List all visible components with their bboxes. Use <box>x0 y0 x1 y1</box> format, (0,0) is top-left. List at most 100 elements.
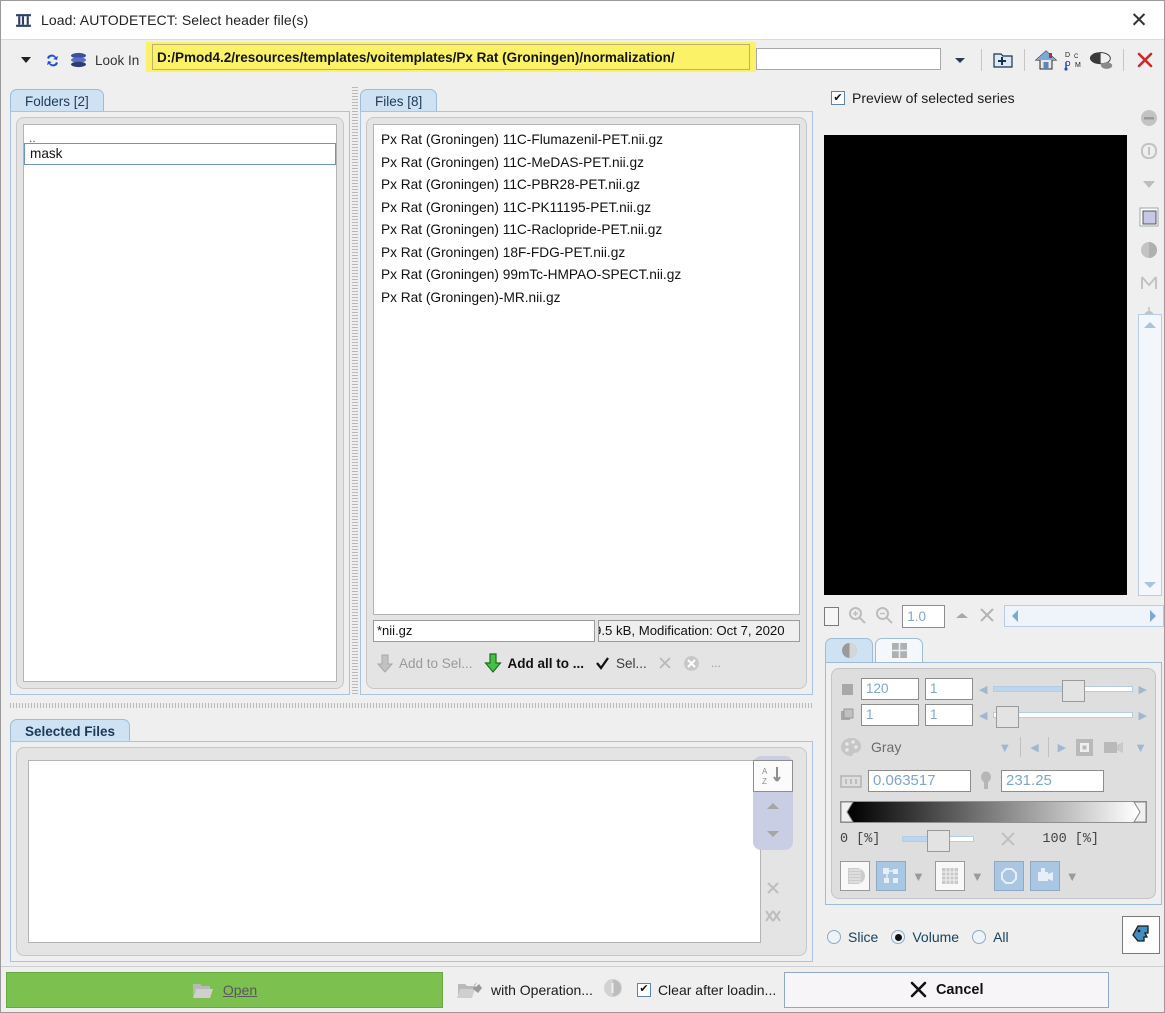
frame-index-input[interactable]: 1 <box>861 704 919 726</box>
radio-all[interactable] <box>972 930 987 944</box>
triangle-down-icon[interactable] <box>1137 172 1161 196</box>
colormap-camera-icon[interactable] <box>1103 738 1125 756</box>
list-item[interactable]: Px Rat (Groningen) 11C-PBR28-PET.nii.gz <box>374 174 799 197</box>
select-all-button[interactable]: Sel... <box>591 650 651 676</box>
invert-colormap-icon[interactable] <box>1075 738 1094 757</box>
database-icon[interactable] <box>65 47 91 73</box>
octagon-vol-icon[interactable] <box>993 861 1024 891</box>
colormap-options-dropdown[interactable]: ▼ <box>1134 740 1147 755</box>
list-item[interactable]: Px Rat (Groningen) 99mTc-HMPAO-SPECT.nii… <box>374 264 799 287</box>
move-up-icon[interactable] <box>753 792 793 820</box>
zoom-reset-icon[interactable] <box>954 609 970 624</box>
cancel-button[interactable]: Cancel <box>784 971 1110 1008</box>
scroll-left-icon[interactable] <box>1005 606 1025 626</box>
file-filter-input[interactable]: *nii.gz <box>373 620 595 642</box>
list-item[interactable]: Px Rat (Groningen) 11C-Raclopride-PET.ni… <box>374 219 799 242</box>
selected-files-listbox[interactable] <box>28 760 761 943</box>
slice-next-arrow[interactable]: ▶ <box>1139 683 1147 696</box>
chevron-down-icon[interactable] <box>947 47 973 73</box>
dropdown-3-icon[interactable]: ▼ <box>1066 869 1079 884</box>
list-item[interactable]: Px Rat (Groningen) 11C-MeDAS-PET.nii.gz <box>374 152 799 175</box>
preview-vertical-scrollbar[interactable] <box>1138 314 1162 596</box>
dropdown-2-icon[interactable]: ▼ <box>971 869 984 884</box>
frame-total-input[interactable]: 1 <box>925 704 973 726</box>
panel-splitter-vertical[interactable] <box>352 87 358 695</box>
threshold-max-input[interactable]: 231.25 <box>1001 770 1104 792</box>
list-item[interactable]: Px Rat (Groningen) 11C-Flumazenil-PET.ni… <box>374 129 799 152</box>
tab-display-settings[interactable] <box>825 638 873 662</box>
layer-square-icon[interactable] <box>1137 205 1161 229</box>
operation-info-icon[interactable] <box>603 978 623 1001</box>
with-operation-group[interactable]: with Operation... <box>457 980 593 1000</box>
gradient-right-handle[interactable] <box>1133 801 1147 823</box>
list-item[interactable]: Px Rat (Groningen) 11C-PK11195-PET.nii.g… <box>374 197 799 220</box>
dropdown-1-icon[interactable]: ▼ <box>912 869 925 884</box>
clear-after-loading-group[interactable]: ✔ Clear after loadin... <box>636 982 776 998</box>
path-combo-field[interactable] <box>756 48 941 70</box>
capsule-icon[interactable] <box>1137 139 1161 163</box>
percent-slider-thumb[interactable] <box>926 830 950 852</box>
scroll-right-icon[interactable] <box>1143 606 1163 626</box>
radio-slice[interactable] <box>827 930 841 944</box>
sphere-icon[interactable] <box>1137 238 1161 262</box>
preview-toggle-square[interactable] <box>824 606 840 626</box>
path-input[interactable]: D:/Pmod4.2/resources/templates/voitempla… <box>152 44 750 70</box>
preview-horizontal-scrollbar[interactable] <box>1004 605 1164 627</box>
percent-reset-icon[interactable] <box>1000 831 1016 847</box>
add-all-to-selection-button[interactable]: Add all to ... <box>480 650 589 676</box>
dicom-icon[interactable]: D C O M <box>1061 47 1087 73</box>
colormap-next-icon[interactable]: ▶ <box>1058 741 1066 754</box>
bracket-icon[interactable] <box>1137 271 1161 295</box>
frame-next-arrow[interactable]: ▶ <box>1139 709 1147 722</box>
head-profile-icon[interactable] <box>1122 916 1160 954</box>
percent-slider-track[interactable] <box>902 830 975 852</box>
files-listbox[interactable]: Px Rat (Groningen) 11C-Flumazenil-PET.ni… <box>373 124 800 615</box>
preview-checkbox[interactable]: ✔ <box>831 91 845 105</box>
folders-listbox[interactable]: .. mask <box>23 124 337 682</box>
slice-slider-track[interactable] <box>993 680 1133 702</box>
slice-mode-icon[interactable] <box>840 861 870 891</box>
new-folder-icon[interactable] <box>990 47 1016 73</box>
tab-folders[interactable]: Folders [2] <box>10 89 104 113</box>
frame-prev-arrow[interactable]: ◀ <box>979 709 987 722</box>
threshold-min-input[interactable]: 0.063517 <box>868 770 971 792</box>
list-item[interactable]: Px Rat (Groningen)-MR.nii.gz <box>374 287 799 310</box>
frame-slider-track[interactable] <box>993 706 1133 728</box>
colormap-dropdown-icon[interactable]: ▼ <box>998 740 1011 755</box>
slice-prev-arrow[interactable]: ◀ <box>979 683 987 696</box>
list-item[interactable]: .. <box>24 125 336 145</box>
list-item[interactable]: mask <box>24 143 336 165</box>
tab-selected-files[interactable]: Selected Files <box>10 719 131 743</box>
slice-total-input[interactable]: 1 <box>925 678 973 700</box>
colormap-gradient-bar[interactable] <box>840 801 1147 823</box>
grid-layout-icon[interactable] <box>934 861 965 891</box>
remove-icon[interactable] <box>753 874 793 902</box>
zoom-value-input[interactable]: 1.0 <box>902 604 946 628</box>
brain-icon[interactable] <box>1089 47 1115 73</box>
more-options-button[interactable]: ... <box>707 650 725 676</box>
move-down-icon[interactable] <box>753 820 793 848</box>
filter-dropdown-icon[interactable] <box>13 47 39 73</box>
slice-index-input[interactable]: 120 <box>861 678 919 700</box>
scroll-up-icon[interactable] <box>1139 315 1161 335</box>
open-button[interactable]: Open <box>6 971 443 1008</box>
deselect-button[interactable] <box>654 650 676 676</box>
zoom-close-icon[interactable] <box>979 607 995 626</box>
clear-after-loading-checkbox[interactable]: ✔ <box>636 982 651 997</box>
home-icon[interactable] <box>1033 47 1059 73</box>
tab-layout-settings[interactable] <box>875 638 923 662</box>
sort-az-icon[interactable]: A Z <box>753 760 793 792</box>
radio-volume[interactable] <box>891 930 906 944</box>
gradient-left-handle[interactable] <box>840 801 854 823</box>
refresh-icon[interactable] <box>39 47 65 73</box>
list-item[interactable]: Px Rat (Groningen) 18F-FDG-PET.nii.gz <box>374 242 799 265</box>
close-red-icon[interactable] <box>1132 47 1158 73</box>
camera-vol-icon[interactable] <box>1029 861 1060 891</box>
fusion-icon[interactable] <box>876 861 906 891</box>
tab-files[interactable]: Files [8] <box>360 89 438 113</box>
zoom-in-icon[interactable] <box>848 606 867 627</box>
circle-minus-icon[interactable] <box>1137 106 1161 130</box>
panel-splitter-horizontal[interactable] <box>10 703 813 708</box>
scroll-down-icon[interactable] <box>1139 575 1161 595</box>
clear-selection-button[interactable] <box>679 650 704 676</box>
